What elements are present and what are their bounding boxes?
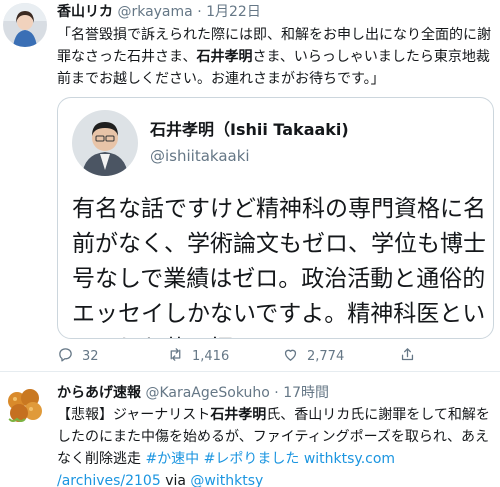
tweet-1[interactable]: 香山リカ @rkayama · 1月22日 「名誉毀損で訴えられた際には即、和解… [0,0,500,364]
mention-link[interactable]: @withktsy [190,473,263,487]
display-name[interactable]: 香山リカ [57,4,113,20]
quoted-tweet-card[interactable]: 石井孝明（Ishii Takaaki) @ishiitakaaki 有名な話です… [57,97,494,339]
like-button[interactable]: 2,774 [282,346,344,367]
tweet-text-part: 【悲報】ジャーナリスト [57,407,211,423]
timestamp[interactable]: 17時間 [283,385,329,401]
quote-display-name[interactable]: 石井孝明（Ishii Takaaki) [150,116,349,140]
hashtag-link[interactable]: #か速中 [145,451,199,467]
display-name[interactable]: からあげ速報 [57,385,141,401]
hashtag-link[interactable]: #レポりました [204,451,300,467]
avatar[interactable] [3,3,47,47]
user-handle[interactable]: @KaraAgeSokuho [145,385,269,401]
via-text: via [160,473,191,487]
like-icon [282,346,307,367]
reply-icon [57,346,82,367]
quote-user-handle[interactable]: @ishiitakaaki [150,147,250,165]
share-button[interactable] [399,346,424,367]
tweet-text: 【悲報】ジャーナリスト石井孝明氏、香山リカ氏に謝罪をして和解をしたのにまた中傷を… [57,404,497,487]
tweet-text: 「名誉毀損で訴えられた際には即、和解をお申し出になり全面的に謝罪なさった石井さま… [57,24,497,90]
quote-text: 有名な話ですけど精神科の専門資格に名前がなく、学術論文もゼロ、学位も博士号なしで… [72,196,486,338]
user-handle[interactable]: @rkayama [117,4,192,20]
separator: · [274,385,279,401]
timestamp[interactable]: 1月22日 [206,4,261,20]
quote-avatar[interactable] [72,110,138,176]
action-bar: 32 1,416 2,774 [57,346,457,370]
avatar[interactable] [3,383,47,427]
retweet-button[interactable]: 1,416 [167,346,229,367]
retweet-count: 1,416 [192,349,230,364]
reply-count: 32 [82,349,99,364]
tweet-header: 香山リカ @rkayama · 1月22日 [57,2,261,22]
tweet-divider [0,371,500,372]
reply-button[interactable]: 32 [57,346,99,367]
like-count: 2,774 [307,349,345,364]
retweet-icon [167,346,192,367]
tweet-header: からあげ速報 @KaraAgeSokuho · 17時間 [57,383,329,403]
tweet-text-bold: 石井孝明 [210,407,267,423]
separator: · [197,4,202,20]
tweet-text-bold: 石井孝明 [196,49,253,65]
share-icon [399,346,424,367]
